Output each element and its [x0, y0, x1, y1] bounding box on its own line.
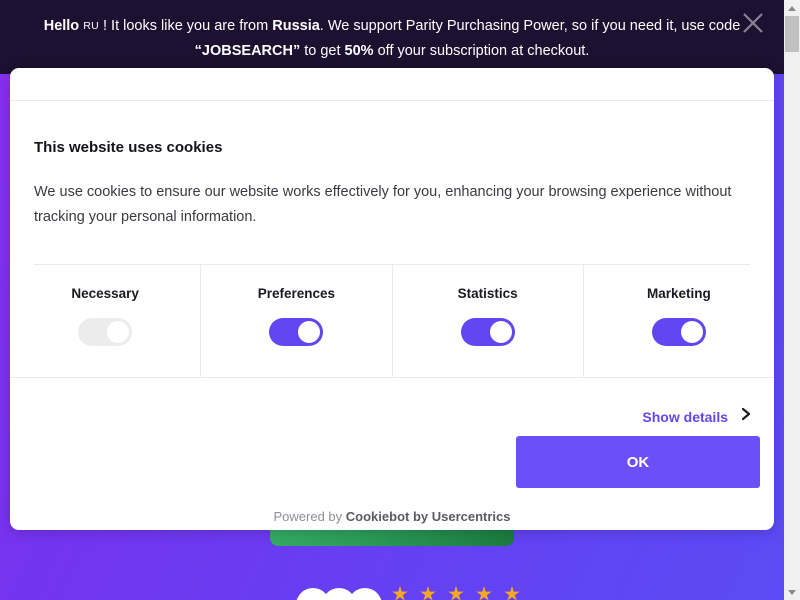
powered-by-prefix: Powered by — [273, 509, 343, 524]
show-details-link[interactable]: Show details — [642, 406, 752, 427]
cookie-dialog-description: We use cookies to ensure our website wor… — [34, 184, 732, 225]
promo-text-part2: . We support Parity Purchasing Power, so… — [319, 18, 741, 34]
toggle-marketing[interactable] — [651, 318, 706, 346]
chevron-right-icon — [740, 406, 752, 427]
cookie-dialog-logo-row — [10, 68, 774, 101]
scroll-up-arrow-icon[interactable] — [784, 0, 800, 16]
toggle-knob — [298, 321, 321, 343]
star-icon — [448, 586, 464, 600]
star-icon — [476, 586, 492, 600]
promo-text-part1: ! It looks like you are from — [103, 18, 269, 34]
triangle-down — [788, 589, 796, 595]
cookie-dialog-footer: Powered by Cookiebot by Usercentrics — [10, 509, 774, 524]
cookie-dialog-body: This website uses cookies We use cookies… — [10, 101, 774, 265]
promo-country: Russia — [272, 18, 320, 34]
consent-label: Necessary — [71, 286, 139, 301]
consent-cell-preferences: Preferences — [201, 265, 393, 377]
star-icon — [504, 586, 520, 600]
consent-cell-statistics: Statistics — [393, 265, 584, 377]
consent-label: Statistics — [457, 286, 518, 301]
show-details-label: Show details — [642, 408, 728, 425]
page-root: Hello RU ! It looks like you are from Ru… — [0, 0, 800, 600]
cookie-consent-dialog: This website uses cookies We use cookies… — [10, 68, 774, 530]
toggle-knob — [680, 321, 703, 343]
vertical-scrollbar[interactable] — [784, 0, 800, 600]
avatar-group — [296, 588, 382, 600]
promo-banner-text: Hello RU ! It looks like you are from Ru… — [0, 14, 784, 64]
consent-category-row: Necessary Preferences Statistics Marketi… — [10, 265, 774, 377]
promo-discount: 50% — [344, 43, 374, 59]
scrollbar-thumb[interactable] — [785, 16, 799, 52]
toggle-knob — [489, 321, 512, 343]
star-icon — [392, 586, 408, 600]
promo-banner: Hello RU ! It looks like you are from Ru… — [0, 0, 784, 74]
promo-text-part4: off your subscription at checkout. — [377, 43, 590, 59]
consent-cell-necessary: Necessary — [10, 265, 202, 377]
promo-country-code: RU — [83, 20, 99, 32]
promo-code: “JOBSEARCH” — [194, 43, 301, 59]
avatar — [348, 588, 382, 600]
toggle-statistics[interactable] — [460, 318, 515, 346]
ok-button[interactable]: OK — [516, 436, 760, 488]
consent-cell-marketing: Marketing — [584, 265, 774, 377]
cookie-dialog-title: This website uses cookies — [34, 139, 223, 156]
close-x-icon[interactable] — [740, 10, 766, 36]
toggle-knob — [107, 321, 130, 343]
rating-stars — [392, 586, 520, 600]
triangle-up — [788, 5, 796, 11]
scroll-down-arrow-icon[interactable] — [784, 584, 800, 600]
cookie-dialog-actions: Show details OK Powered by Cookiebot by … — [10, 378, 774, 530]
toggle-preferences[interactable] — [269, 318, 324, 346]
star-icon — [420, 586, 436, 600]
powered-by-brand[interactable]: Cookiebot by Usercentrics — [346, 509, 511, 524]
promo-greeting: Hello — [43, 18, 80, 34]
consent-label: Marketing — [646, 286, 711, 301]
promo-text-part3: to get — [304, 43, 341, 59]
toggle-necessary[interactable] — [78, 318, 133, 346]
consent-label: Preferences — [257, 286, 336, 301]
